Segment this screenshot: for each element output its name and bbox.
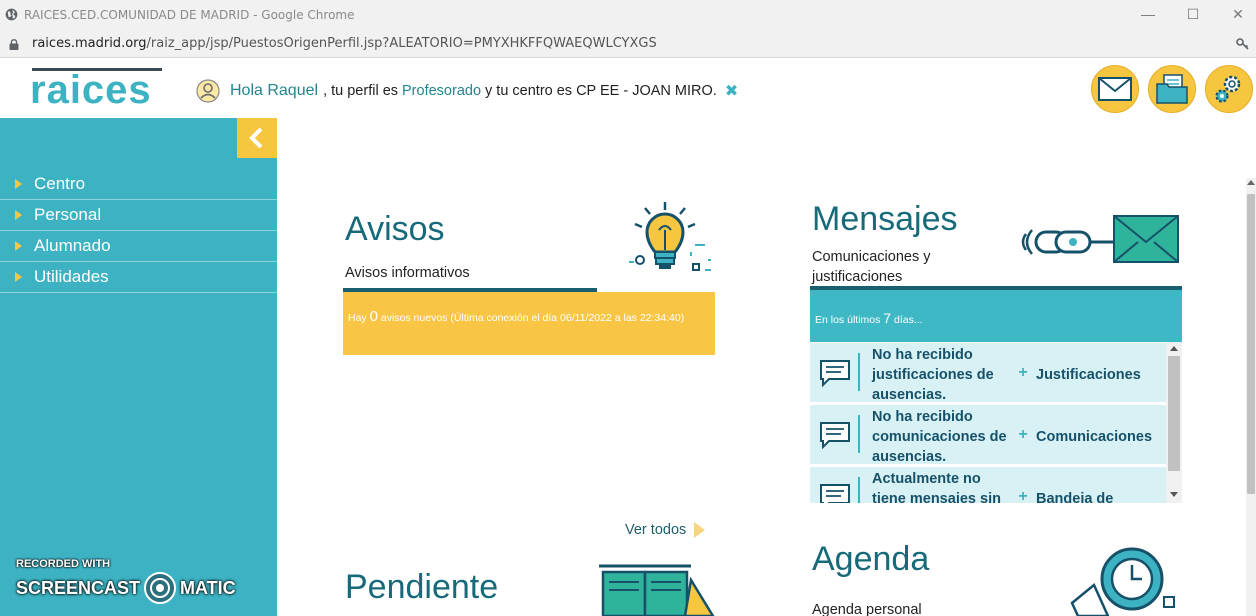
- maximize-icon[interactable]: ☐: [1183, 6, 1203, 23]
- pendiente-title: Pendiente: [345, 568, 499, 606]
- sidebar-nav: Centro Personal Alumnado Utilidades: [0, 169, 277, 293]
- close-window-icon[interactable]: ✕: [1228, 6, 1248, 23]
- agenda-subtitle: Agenda personal: [812, 602, 922, 616]
- page-scrollbar[interactable]: [1246, 178, 1256, 616]
- screencast-logo-icon: [144, 572, 177, 604]
- list-item[interactable]: No ha recibido comunicaciones de ausenci…: [810, 405, 1166, 465]
- agenda-title: Agenda: [812, 540, 930, 578]
- book-icon: [599, 564, 715, 616]
- mensajes-title: Mensajes: [812, 200, 958, 238]
- sidebar-item-centro[interactable]: Centro: [0, 169, 277, 200]
- list-item[interactable]: Actualmente no tiene mensajes sin + Band…: [810, 467, 1166, 503]
- lightbulb-icon: [629, 202, 711, 271]
- ver-todos-link[interactable]: Ver todos: [625, 522, 706, 538]
- chat-bubble-icon: [820, 360, 850, 387]
- avisos-count: 0: [369, 308, 378, 325]
- comunicaciones-link[interactable]: Comunicaciones: [1036, 405, 1152, 464]
- minimize-icon[interactable]: —: [1138, 6, 1158, 22]
- key-icon[interactable]: [1236, 37, 1250, 51]
- envelope-icon: [1098, 77, 1132, 101]
- mensajes-scrollbar[interactable]: [1166, 342, 1182, 503]
- settings-button[interactable]: [1205, 65, 1253, 113]
- documents-button[interactable]: [1148, 65, 1196, 113]
- mensajes-subtitle: Comunicaciones y justificaciones: [812, 249, 931, 285]
- mensajes-list: No ha recibido justificaciones de ausenc…: [810, 342, 1182, 503]
- lock-icon: [9, 39, 19, 50]
- chevron-left-icon: [249, 127, 263, 149]
- address-bar[interactable]: raices.madrid.org/raiz_app/jsp/PuestosOr…: [0, 30, 1256, 58]
- window-titlebar: RAICES.CED.COMUNIDAD DE MADRID - Google …: [0, 0, 1256, 30]
- avisos-subtitle: Avisos informativos: [345, 265, 470, 281]
- watermark-recorded: RECORDED WITH: [16, 558, 111, 570]
- triangle-right-icon: [15, 179, 22, 189]
- chat-bubble-icon: [820, 484, 850, 503]
- greeting-name: Hola Raquel: [230, 82, 319, 99]
- mensajes-period: En los últimos 7 días...: [810, 290, 1182, 342]
- page-scrollbar-thumb[interactable]: [1247, 194, 1255, 494]
- profile-link[interactable]: Profesorado: [402, 83, 481, 99]
- sidebar-item-utilidades[interactable]: Utilidades: [0, 262, 277, 293]
- user-icon: [196, 79, 220, 103]
- avisos-notice: Hay 0 avisos nuevos (Última conexión el …: [343, 292, 715, 355]
- raices-logo[interactable]: raices: [30, 68, 165, 110]
- url-text[interactable]: raices.madrid.org/raiz_app/jsp/PuestosOr…: [32, 36, 657, 51]
- watermark-screencast: SCREENCAST MATIC: [16, 571, 236, 605]
- plus-icon[interactable]: +: [1010, 343, 1036, 402]
- app-header: raices Hola Raquel , tu perfil es Profes…: [0, 58, 1256, 118]
- bandeja-link[interactable]: Bandeja de: [1036, 467, 1113, 503]
- justificaciones-link[interactable]: Justificaciones: [1036, 343, 1141, 402]
- sidebar: Centro Personal Alumnado Utilidades RECO…: [0, 118, 277, 616]
- gear-icon: [1215, 75, 1241, 103]
- plus-icon[interactable]: +: [1010, 405, 1036, 464]
- change-profile-icon[interactable]: ✖: [725, 81, 738, 101]
- clock-icon: [1070, 547, 1175, 616]
- avisos-title: Avisos: [345, 210, 445, 248]
- user-greeting: Hola Raquel , tu perfil es Profesorado y…: [196, 79, 738, 103]
- triangle-right-icon: [15, 272, 22, 282]
- window-title: RAICES.CED.COMUNIDAD DE MADRID - Google …: [24, 8, 355, 22]
- mail-button[interactable]: [1091, 65, 1139, 113]
- mail-link-icon: [1021, 215, 1179, 263]
- plus-icon[interactable]: +: [1010, 467, 1036, 503]
- play-icon: [694, 522, 706, 538]
- triangle-right-icon: [15, 241, 22, 251]
- chat-bubble-icon: [820, 422, 850, 449]
- globe-icon: [5, 8, 18, 21]
- list-item[interactable]: No ha recibido justificaciones de ausenc…: [810, 343, 1166, 403]
- mensajes-scrollbar-thumb[interactable]: [1168, 356, 1180, 471]
- center-text: y tu centro es CP EE - JOAN MIRO.: [485, 83, 717, 99]
- folder-icon: [1156, 74, 1188, 104]
- screen: RAICES.CED.COMUNIDAD DE MADRID - Google …: [0, 0, 1256, 616]
- sidebar-item-alumnado[interactable]: Alumnado: [0, 231, 277, 262]
- collapse-sidebar-button[interactable]: [237, 118, 277, 158]
- sidebar-item-personal[interactable]: Personal: [0, 200, 277, 231]
- triangle-right-icon: [15, 210, 22, 220]
